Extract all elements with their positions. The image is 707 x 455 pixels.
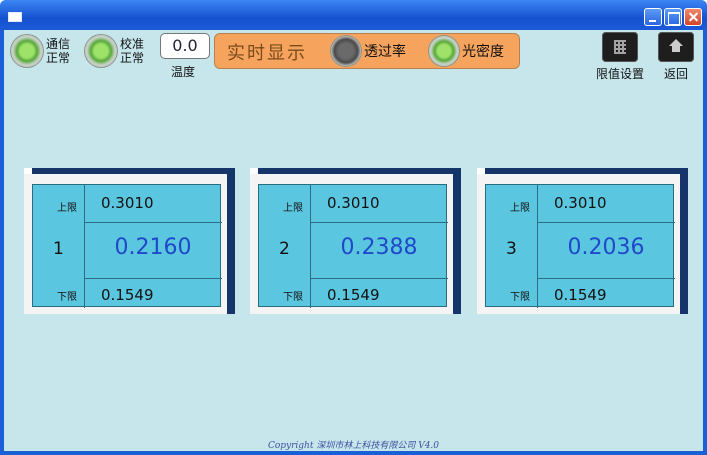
green-led-icon — [11, 35, 43, 67]
minimize-button[interactable] — [644, 8, 662, 26]
measured-value: 0.2160 — [114, 235, 192, 260]
lower-limit-value: 0.1549 — [327, 286, 380, 304]
close-button[interactable] — [684, 8, 702, 26]
title-bar[interactable] — [0, 0, 707, 30]
mode-option-label: 光密度 — [462, 44, 504, 60]
lower-limit-label: 下限 — [510, 292, 530, 303]
channel-number: 2 — [279, 239, 290, 259]
calib-status: 校准 正常 — [85, 35, 148, 67]
upper-limit-value: 0.3010 — [554, 194, 607, 212]
back-button[interactable]: 返回 — [656, 32, 696, 82]
mode-option-density[interactable]: 光密度 — [429, 36, 504, 66]
back-label: 返回 — [663, 67, 688, 81]
lower-limit-label: 下限 — [283, 292, 303, 303]
grid-icon — [614, 40, 626, 54]
lower-limit-value: 0.1549 — [101, 286, 154, 304]
copyright-footer: Copyright 深圳市林上科技有限公司 V4.0 — [267, 441, 440, 451]
upper-limit-label: 上限 — [283, 203, 303, 214]
upper-limit-label: 上限 — [57, 203, 77, 214]
calib-status-line2: 正常 — [120, 51, 145, 65]
channel-card-2: 上限 2 下限 0.3010 0.2388 0.1549 — [250, 168, 461, 314]
measured-value: 0.2388 — [340, 235, 418, 260]
mode-option-label: 透过率 — [364, 44, 406, 60]
lower-limit-value: 0.1549 — [554, 286, 607, 304]
limit-settings-label: 限值设置 — [595, 67, 644, 81]
temperature-display: 0.0 — [160, 33, 210, 59]
app-icon — [8, 12, 22, 22]
mode-title: 实时显示 — [227, 43, 307, 64]
comm-status-line2: 正常 — [46, 51, 71, 65]
comm-status-line1: 通信 — [46, 37, 71, 51]
green-led-icon — [429, 36, 459, 66]
channel-card-1: 上限 1 下限 0.3010 0.2160 0.1549 — [24, 168, 235, 314]
measured-value: 0.2036 — [567, 235, 645, 260]
upper-limit-value: 0.3010 — [327, 194, 380, 212]
green-led-icon — [85, 35, 117, 67]
mode-option-transmittance[interactable]: 透过率 — [331, 36, 406, 66]
maximize-button[interactable] — [664, 8, 682, 26]
channel-card-3: 上限 3 下限 0.3010 0.2036 0.1549 — [477, 168, 688, 314]
calib-status-line1: 校准 — [120, 37, 145, 51]
comm-status: 通信 正常 — [11, 35, 74, 67]
upper-limit-label: 上限 — [510, 203, 530, 214]
channel-number: 3 — [506, 239, 517, 259]
mode-panel: 实时显示 透过率 光密度 — [214, 33, 520, 69]
lower-limit-label: 下限 — [57, 292, 77, 303]
channel-number: 1 — [53, 239, 64, 259]
upper-limit-value: 0.3010 — [101, 194, 154, 212]
gray-led-icon — [331, 36, 361, 66]
limit-settings-button[interactable]: 限值设置 — [592, 32, 648, 82]
temperature-label: 温度 — [171, 65, 196, 79]
home-icon — [669, 39, 683, 52]
